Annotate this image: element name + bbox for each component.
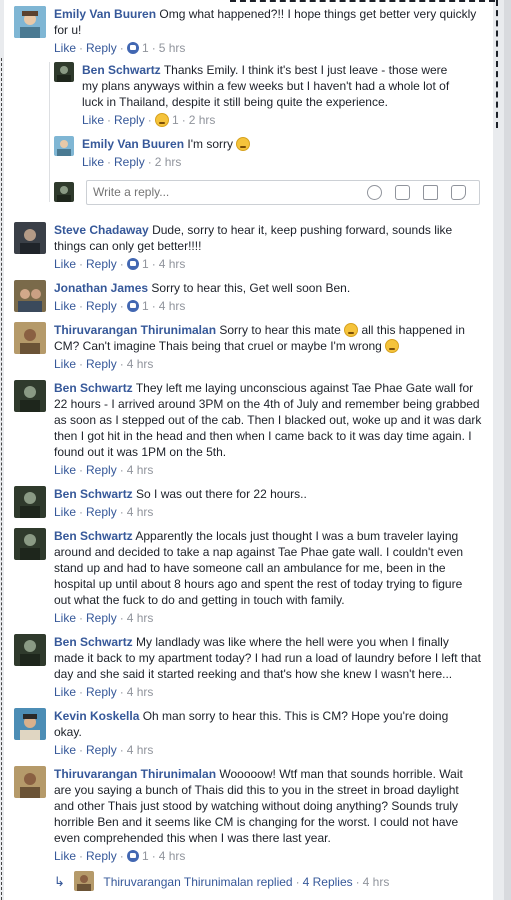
reply-link[interactable]: Reply [114, 155, 145, 169]
sad-reaction-icon[interactable] [154, 113, 169, 127]
reply-link[interactable]: Reply [114, 113, 145, 127]
comment-author[interactable]: Jonathan James [54, 281, 148, 295]
timestamp[interactable]: 4 hrs [127, 463, 154, 477]
dashed-border-right [496, 0, 498, 128]
sad-face-emoji [236, 137, 251, 151]
like-count[interactable]: 1 [172, 113, 179, 127]
avatar[interactable] [54, 62, 74, 82]
avatar [74, 871, 95, 891]
like-count[interactable]: 1 [142, 41, 149, 55]
avatar[interactable] [14, 634, 46, 666]
replies-count[interactable]: 4 Replies [303, 875, 353, 889]
timestamp[interactable]: 5 hrs [159, 41, 186, 55]
reply-link[interactable]: Reply [86, 463, 117, 477]
replied-verb[interactable]: replied [257, 875, 293, 889]
avatar[interactable] [14, 380, 46, 412]
sad-face-emoji [385, 339, 400, 353]
gif-icon[interactable] [423, 185, 438, 200]
reply-link[interactable]: Reply [86, 257, 117, 271]
current-user-avatar [54, 182, 74, 202]
like-link[interactable]: Like [54, 611, 76, 625]
scrollbar[interactable] [504, 0, 511, 900]
timestamp[interactable]: 4 hrs [159, 257, 186, 271]
dashed-border-left [1, 58, 2, 900]
avatar[interactable] [14, 222, 46, 254]
avatar[interactable] [14, 708, 46, 740]
timestamp[interactable]: 4 hrs [127, 357, 154, 371]
reply-link[interactable]: Reply [86, 299, 117, 313]
comment-author[interactable]: Thiruvarangan Thirunimalan [54, 323, 216, 337]
avatar[interactable] [14, 486, 46, 518]
comment-author[interactable]: Ben Schwartz [54, 529, 133, 543]
like-link[interactable]: Like [54, 463, 76, 477]
sad-face-emoji [344, 323, 359, 337]
avatar[interactable] [14, 322, 46, 354]
avatar[interactable] [54, 136, 74, 156]
camera-icon[interactable] [395, 185, 410, 200]
reply-link[interactable]: Reply [86, 685, 117, 699]
comment-text: So I was out there for 22 hours.. [136, 487, 307, 501]
comment-author[interactable]: Ben Schwartz [54, 635, 133, 649]
timestamp[interactable]: 4 hrs [127, 685, 154, 699]
like-link[interactable]: Like [54, 257, 76, 271]
like-count[interactable]: 1 [142, 849, 149, 863]
reply-input[interactable] [87, 181, 369, 202]
reply-link[interactable]: Reply [86, 743, 117, 757]
comment-author[interactable]: Ben Schwartz [82, 63, 161, 77]
comment-text: Sorry to hear this, Get well soon Ben. [151, 281, 351, 295]
comment-author[interactable]: Steve Chadaway [54, 223, 149, 237]
timestamp[interactable]: 4 hrs [127, 611, 154, 625]
like-link[interactable]: Like [54, 743, 76, 757]
avatar[interactable] [14, 528, 46, 560]
timestamp: 4 hrs [362, 875, 390, 889]
view-replies-link[interactable]: ↳ Thiruvarangan Thirunimalan replied · 4 R… [54, 871, 389, 891]
like-link[interactable]: Like [54, 299, 76, 313]
timestamp[interactable]: 2 hrs [189, 113, 216, 127]
reply-link[interactable]: Reply [86, 849, 117, 863]
comment-author[interactable]: Thiruvarangan Thirunimalan [54, 767, 216, 781]
like-reaction-icon[interactable] [126, 42, 139, 54]
like-count[interactable]: 1 [142, 299, 149, 313]
sticker-icon[interactable] [451, 185, 466, 200]
like-link[interactable]: Like [54, 849, 76, 863]
like-link[interactable]: Like [54, 685, 76, 699]
like-link[interactable]: Like [82, 113, 104, 127]
comment-author[interactable]: Emily Van Buuren [54, 7, 156, 21]
timestamp[interactable]: 4 hrs [159, 849, 186, 863]
comments-card: Emily Van Buuren Omg what happened?!! I … [4, 0, 493, 900]
reply-link[interactable]: Reply [86, 611, 117, 625]
timestamp[interactable]: 2 hrs [155, 155, 182, 169]
thread-line [49, 62, 50, 202]
comment-author[interactable]: Ben Schwartz [54, 381, 133, 395]
like-count[interactable]: 1 [142, 257, 149, 271]
like-link[interactable]: Like [54, 505, 76, 519]
like-link[interactable]: Like [54, 357, 76, 371]
comment-text: Sorry to hear this mate [219, 323, 341, 337]
timestamp[interactable]: 4 hrs [127, 743, 154, 757]
reply-arrow-icon: ↳ [54, 874, 65, 889]
timestamp[interactable]: 4 hrs [127, 505, 154, 519]
reply-link[interactable]: Reply [86, 357, 117, 371]
avatar[interactable] [14, 280, 46, 312]
emoji-icon[interactable] [367, 185, 382, 200]
comment-author[interactable]: Emily Van Buuren [82, 137, 184, 151]
reply-link[interactable]: Reply [86, 505, 117, 519]
replied-author[interactable]: Thiruvarangan Thirunimalan [103, 875, 253, 889]
like-link[interactable]: Like [54, 41, 76, 55]
avatar[interactable] [14, 6, 46, 38]
like-reaction-icon[interactable] [126, 258, 139, 270]
dashed-border-top [230, 0, 495, 2]
like-reaction-icon[interactable] [126, 850, 139, 862]
reply-link[interactable]: Reply [86, 41, 117, 55]
comment-author[interactable]: Ben Schwartz [54, 487, 133, 501]
comment-author[interactable]: Kevin Koskella [54, 709, 139, 723]
avatar[interactable] [14, 766, 46, 798]
comment-text: I'm sorry [187, 137, 233, 151]
timestamp[interactable]: 4 hrs [159, 299, 186, 313]
like-link[interactable]: Like [82, 155, 104, 169]
like-reaction-icon[interactable] [126, 300, 139, 312]
reply-box [86, 180, 480, 205]
